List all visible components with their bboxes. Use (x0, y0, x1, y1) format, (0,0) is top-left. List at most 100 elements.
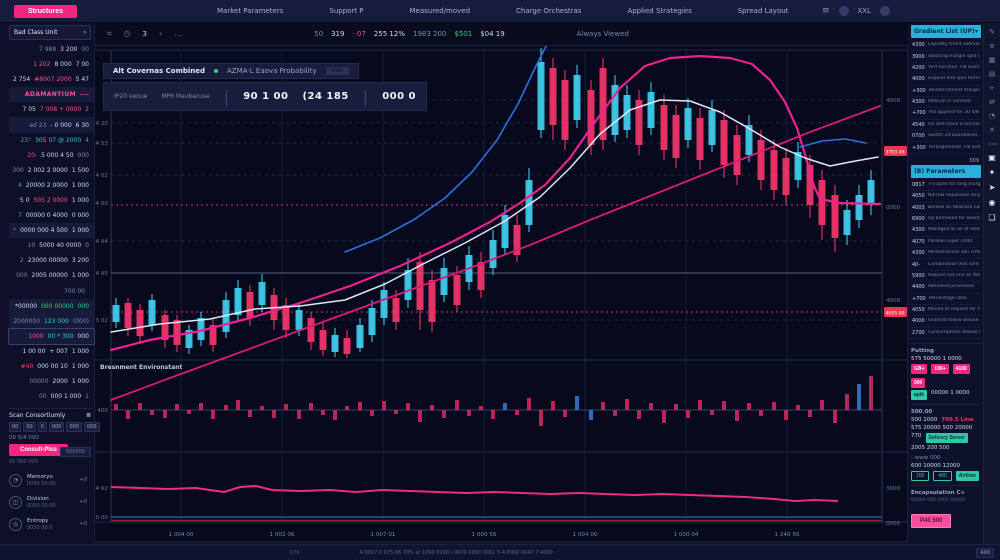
avatar[interactable] (839, 6, 849, 16)
watchlist-row[interactable]: 700000 0 40000 000 (9, 208, 94, 223)
hamburger-icon[interactable]: ≡ (822, 6, 830, 16)
panel-list-row[interactable]: 5900Require not one as the size (911, 271, 981, 282)
watchlist-row[interactable]: 105000 40 00000 (9, 238, 94, 253)
watchlist-row[interactable]: 7 057 008 + 00002 (9, 102, 94, 117)
menu-item[interactable]: Measured/moved (410, 7, 471, 15)
panel-list-row[interactable]: 4050Moved at request for two (911, 305, 981, 316)
watchlist-row[interactable]: ad 23- 0 0006 30 (9, 117, 94, 132)
panel-list-row[interactable]: 4400Absorbed processes (911, 282, 981, 293)
panel-list-row[interactable]: 2700Consumptions deluxe frames (911, 328, 981, 339)
panel-list-row[interactable]: 0817+0 open for long margins (911, 180, 981, 191)
watchlist-row[interactable]: *0000 000 4 5001 000 (9, 223, 94, 238)
pink-chip-button[interactable]: 4100 (953, 364, 970, 374)
camera-icon[interactable]: ▣ (988, 154, 996, 162)
watchlist-row[interactable]: 3002 002 2 00001 500 (9, 163, 94, 178)
mini-chip[interactable]: 000 (66, 422, 82, 432)
watchlist-row[interactable]: 7 9883 20000 (9, 42, 94, 57)
list-icon[interactable]: ≣ (86, 412, 91, 419)
panel-list-row[interactable]: +300Arrangements 7/8 and sele (911, 142, 981, 153)
person-row[interactable]: ◔Memoryo0000 00:00+0 (9, 469, 91, 491)
star-icon[interactable]: ✦ (989, 169, 996, 177)
watchlist-row[interactable]: 0000020001 000 (9, 374, 94, 389)
watchlist-row[interactable]: #40000 00 101 000 (9, 359, 94, 374)
swap-icon[interactable]: ⇄ (989, 99, 995, 106)
strategy-subtitle[interactable]: AZMA-L Eaova Probability (227, 67, 317, 75)
person-row[interactable]: ◎Entropy0000 00:0+0 (9, 513, 91, 535)
panel-list-row[interactable]: 4540On and stock a function (911, 120, 981, 131)
panel-list-row[interactable]: +700Percentage ratio (911, 294, 981, 305)
layers-icon[interactable]: ▤ (989, 71, 996, 78)
main-chart-canvas[interactable]: Bresnment Environstant4 204 534 024 004 … (95, 46, 908, 545)
panel-list-row[interactable]: +300Reinforcement margins follow (911, 86, 981, 97)
watchlist-row[interactable]: 223000 000003 200 (9, 253, 94, 268)
status-zoom-chip[interactable]: 400 (976, 548, 994, 558)
watchlist-row[interactable]: 2 754#8007 20005 47 (9, 72, 94, 87)
compare-icon[interactable]: ⌗ (107, 29, 112, 39)
grid-icon[interactable]: ▦ (989, 57, 996, 64)
chat-icon[interactable]: ❑ (988, 214, 995, 222)
mini-chip[interactable]: 0 (38, 422, 47, 432)
watchlist-row[interactable]: 0002005 000001 000 (9, 268, 94, 283)
record-icon[interactable]: ◉ (989, 199, 996, 207)
more-icon[interactable]: … (174, 29, 182, 38)
header-chip-button[interactable]: 0000 (326, 67, 349, 75)
watchlist-row[interactable]: ADAMANTIUM⌁⌁⌁ (9, 87, 94, 102)
menu-item[interactable]: Applied Strategies (627, 7, 691, 15)
menu-item[interactable]: Charge Orchestras (516, 7, 581, 15)
mini-chip[interactable]: 000 (49, 422, 65, 432)
interval-icon[interactable]: ◷ (124, 29, 131, 38)
panel-list-row[interactable]: 4200Vert function 7/8 overlay (911, 63, 981, 74)
footer-gray-chip[interactable]: 000000 (60, 447, 91, 457)
target-icon[interactable]: ⌖ (990, 85, 994, 92)
watchlist-row[interactable]: 20-5 000 4 50000 (9, 148, 94, 163)
panel-list-row[interactable]: 40-Combination was sold (911, 259, 981, 270)
watchlist-select[interactable]: Bad Class Unit › (9, 25, 91, 40)
parameters-header[interactable]: (B) Parameters (911, 165, 981, 178)
symbol-title[interactable]: Alt Covernas Combined (113, 67, 205, 75)
panel-list-row[interactable]: 4000Expand and split formed (911, 74, 981, 85)
menu-item[interactable]: Support P (329, 7, 363, 15)
airtime-button[interactable]: Airtime (956, 471, 979, 481)
pink-chip-button[interactable]: 500 (911, 378, 925, 388)
panel-list-row[interactable]: 4300Managed as all of selected (911, 225, 981, 236)
panel-list-row[interactable]: 4000Granted follow deluxe motto (911, 316, 981, 327)
mini-chip[interactable]: 00 (23, 422, 35, 432)
watchlist-row[interactable]: 420000 2 00001 000 (9, 178, 94, 193)
watchlist-row[interactable]: 1 00 00+ 0071 000 (9, 344, 94, 359)
panel-list-row[interactable]: +700Put append for 30 4/8 08 (911, 108, 981, 119)
watchlist-row[interactable]: 5 0505 2 00001 000 (9, 193, 94, 208)
panel-list-row[interactable]: 3900Stacking margin split 0-6 (911, 51, 981, 62)
panel-list-row[interactable]: 4050Narrow expansion length (911, 191, 981, 202)
panel-list-row[interactable]: 4070Parallel super 2000 (911, 237, 981, 248)
watchlist-row[interactable]: 23°305 07 @ 20004 (9, 133, 94, 148)
pink-chip-button[interactable]: GB+ (911, 364, 927, 374)
avatar-2[interactable] (880, 6, 890, 16)
close-icon[interactable]: ✕ (989, 127, 995, 134)
mini-chip[interactable]: 000 (84, 422, 100, 432)
watchlist-row[interactable]: 1 2028 0007 00 (9, 57, 94, 72)
person-row[interactable]: ◫Division0000 00:00+0 (9, 491, 91, 513)
clock-icon[interactable]: ◔ (989, 113, 995, 120)
logo-button[interactable]: Structures (14, 5, 77, 18)
edit-icon[interactable]: ✎ (989, 29, 995, 36)
panel-list-row[interactable]: 4300Performances sell 70% from (911, 248, 981, 259)
watchlist-row[interactable]: 100000 * 300000 (9, 329, 94, 344)
gradient-list-header[interactable]: Gradient List (UP) ▾ (911, 25, 981, 38)
panel-list-row[interactable]: 4003Borrow on fallshare conv (911, 203, 981, 214)
menu-item[interactable]: Market Parameters (217, 7, 283, 15)
pink-chip-button[interactable]: 100+ (931, 364, 948, 374)
menu-icon[interactable]: ≡ (989, 43, 995, 50)
watchlist-row[interactable]: 2000000123 000(000) (9, 314, 94, 329)
mini-chip[interactable]: 00 (9, 422, 21, 432)
watchlist-row[interactable]: 700 00 (9, 284, 94, 299)
p43-button[interactable]: P43 500 (911, 514, 951, 528)
outline-chip-button[interactable]: 400 (933, 471, 951, 481)
send-icon[interactable]: ➤ (989, 184, 996, 192)
apik-button[interactable]: apik (911, 390, 927, 400)
panel-list-row[interactable]: 6900Up borrowed for example (911, 214, 981, 225)
outline-chip-button[interactable]: 100 (911, 471, 929, 481)
watchlist-row[interactable]: *00000000 00000000 (9, 299, 94, 314)
panel-list-row[interactable]: 0700Switch 20 boundaries 3 0/4 (911, 131, 981, 142)
menu-item[interactable]: Spread Layout (738, 7, 789, 15)
panel-list-row[interactable]: 4300Liquidity trend overview (911, 40, 981, 51)
